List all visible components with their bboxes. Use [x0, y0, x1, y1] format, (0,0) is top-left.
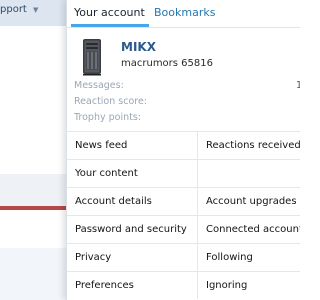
tab-your-account[interactable]: Your account — [74, 6, 145, 19]
stat-messages-value: 1 — [296, 80, 300, 91]
background-content-lower — [0, 210, 66, 248]
menu-row: Account details Account upgrades — [67, 187, 300, 215]
background-nav-bar: pport ▼ — [0, 0, 66, 27]
account-dropdown-menu: Your account Bookmarks MIKX macrumors 65… — [66, 0, 300, 300]
menu-cell-empty — [198, 160, 300, 187]
page: pport ▼ Your account Bookmarks MIKX macr… — [0, 0, 300, 300]
stat-trophy-points-label: Trophy points: — [74, 112, 141, 123]
tab-bookmarks[interactable]: Bookmarks — [154, 6, 215, 19]
background-nav-item[interactable]: pport — [0, 4, 27, 15]
chevron-down-icon[interactable]: ▼ — [33, 6, 38, 14]
menu-row: Privacy Following — [67, 243, 300, 271]
menu-tabs: Your account Bookmarks — [67, 0, 300, 28]
active-tab-indicator — [71, 24, 149, 27]
menu-row: News feed Reactions received — [67, 131, 300, 159]
stat-reaction-score-label: Reaction score: — [74, 96, 148, 107]
menu-link-ignoring[interactable]: Ignoring — [198, 272, 300, 299]
account-links-grid: News feed Reactions received Your conten… — [67, 131, 300, 299]
menu-row: Your content — [67, 159, 300, 187]
menu-link-reactions-received[interactable]: Reactions received — [198, 132, 300, 159]
menu-row: Preferences Ignoring — [67, 271, 300, 299]
menu-link-privacy[interactable]: Privacy — [67, 244, 198, 271]
username-link[interactable]: MIKX — [121, 40, 156, 54]
stat-messages-label: Messages: — [74, 80, 124, 91]
menu-link-news-feed[interactable]: News feed — [67, 132, 198, 159]
menu-row: Password and security Connected accounts — [67, 215, 300, 243]
tower-pc-icon[interactable] — [77, 38, 107, 76]
background-band — [0, 174, 66, 206]
menu-link-account-details[interactable]: Account details — [67, 188, 198, 215]
menu-link-your-content[interactable]: Your content — [67, 160, 198, 187]
background-content — [0, 26, 66, 174]
menu-link-following[interactable]: Following — [198, 244, 300, 271]
menu-link-preferences[interactable]: Preferences — [67, 272, 198, 299]
user-title: macrumors 65816 — [121, 58, 213, 69]
background-footer — [0, 248, 66, 300]
menu-link-account-upgrades[interactable]: Account upgrades — [198, 188, 300, 215]
menu-link-password-security[interactable]: Password and security — [67, 216, 198, 243]
menu-link-connected-accounts[interactable]: Connected accounts — [198, 216, 300, 243]
